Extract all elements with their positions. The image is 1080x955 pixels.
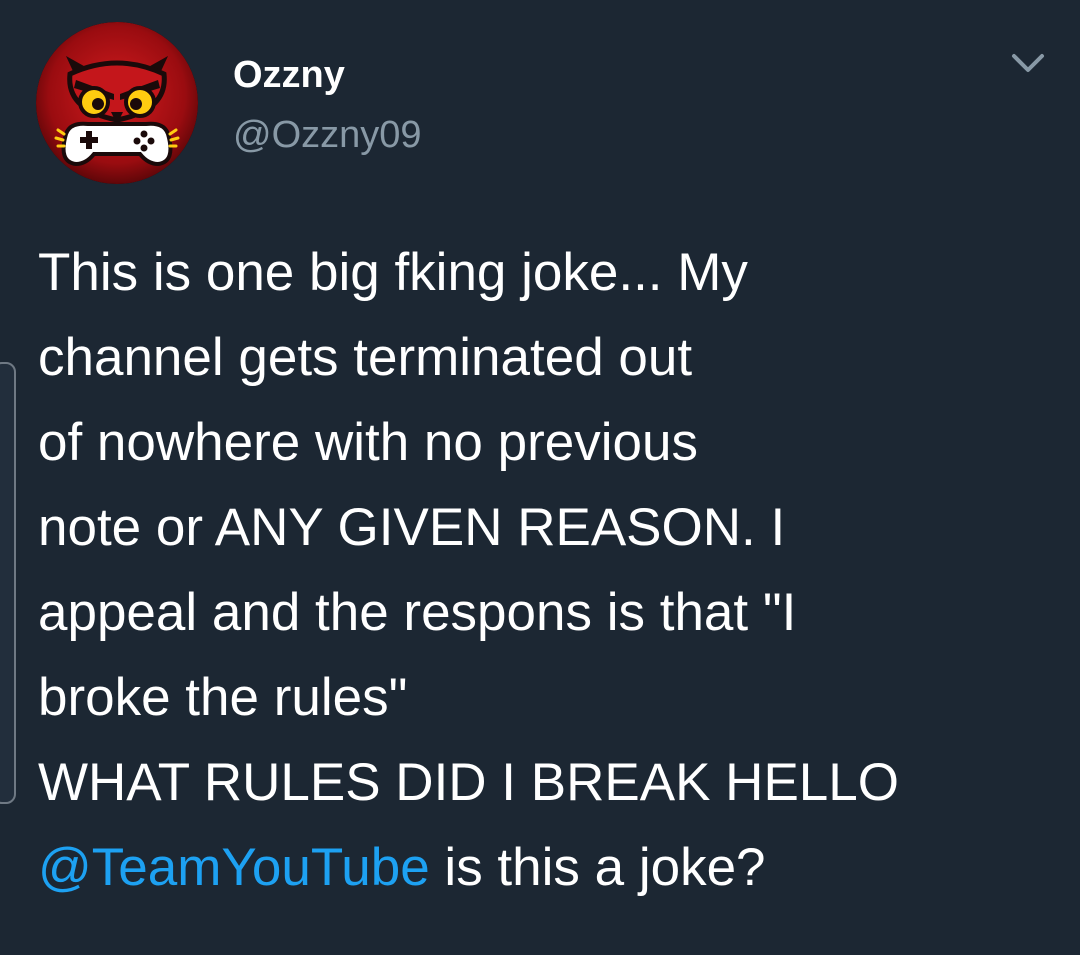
left-edge-scroll-handle[interactable] xyxy=(0,362,16,804)
tweet-text: This is one big fking joke... My channel… xyxy=(38,230,1048,910)
mention-link[interactable]: @TeamYouTube xyxy=(38,838,430,897)
tweet-text-line: This is one big fking joke... My xyxy=(38,243,748,302)
tweet-text-line: appeal and the respons is that "I xyxy=(38,583,797,642)
tweet-text-suffix: is this a joke? xyxy=(429,838,766,897)
chevron-down-icon[interactable] xyxy=(1006,46,1050,82)
tweet-text-line: note or ANY GIVEN REASON. I xyxy=(38,498,786,557)
tweet-text-line: WHAT RULES DID I BREAK HELLO xyxy=(38,753,899,812)
user-handle[interactable]: @Ozzny09 xyxy=(233,113,422,157)
tweet-text-line: of nowhere with no previous xyxy=(38,413,698,472)
tweet-text-line: channel gets terminated out xyxy=(38,328,693,387)
tweet-card[interactable]: Ozzny @Ozzny09 This is one big fking jok… xyxy=(0,0,1080,955)
display-name[interactable]: Ozzny xyxy=(233,53,345,97)
tweet-text-last-line: @TeamYouTube is this a joke? xyxy=(38,825,1048,910)
owl-gamepad-avatar-icon[interactable] xyxy=(36,22,198,184)
tweet-text-line: broke the rules" xyxy=(38,668,408,727)
